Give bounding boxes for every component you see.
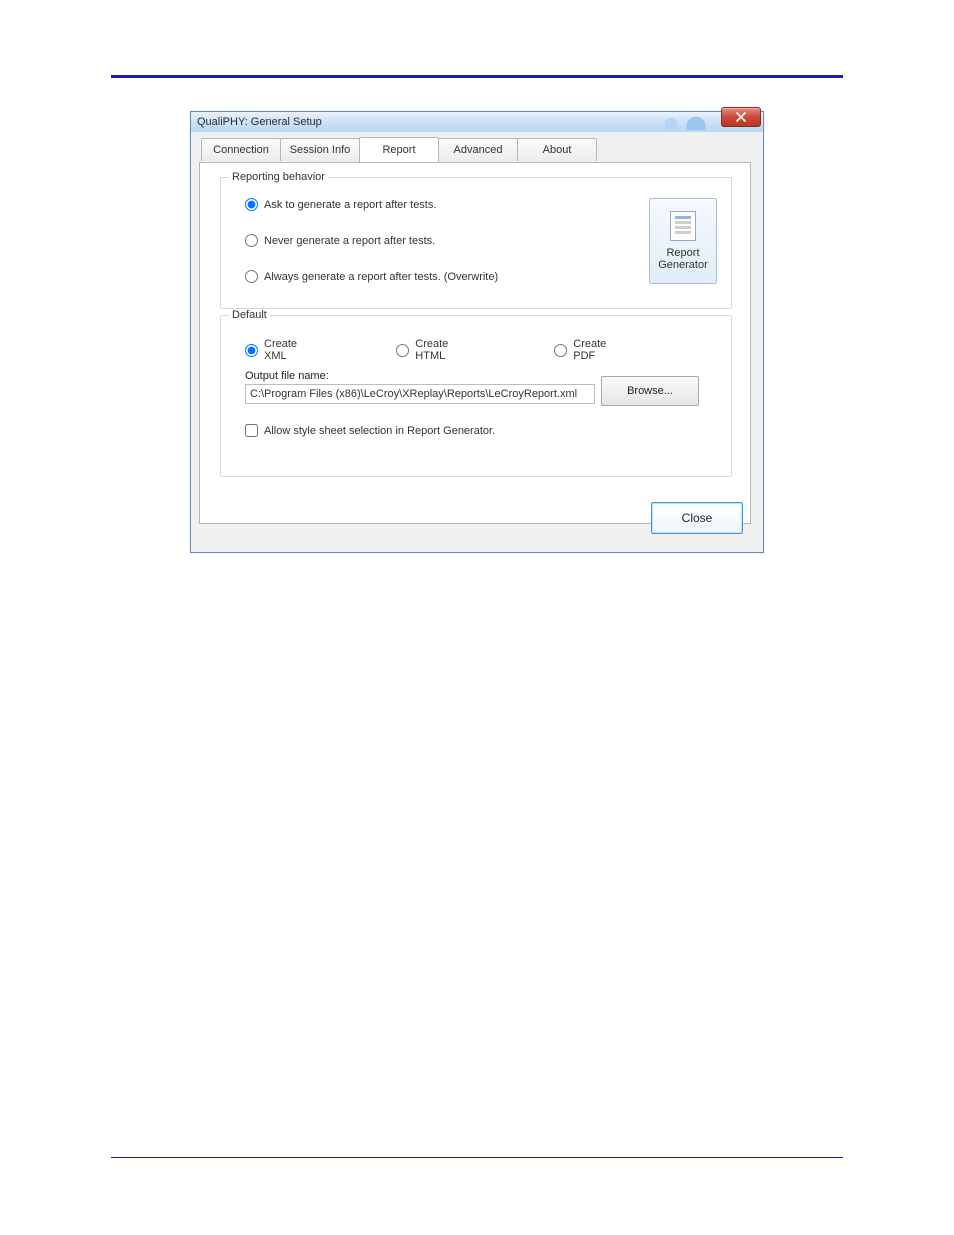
checkbox-input[interactable] bbox=[245, 424, 258, 437]
tab-label: Session Info bbox=[290, 144, 351, 156]
checkbox-allow-style-sheet[interactable]: Allow style sheet selection in Report Ge… bbox=[245, 424, 495, 437]
window-close-button[interactable] bbox=[721, 107, 761, 127]
tab-label: Report bbox=[382, 144, 415, 156]
radio-create-html[interactable]: Create HTML bbox=[396, 338, 474, 362]
tab-session-info[interactable]: Session Info bbox=[280, 138, 360, 161]
radio-label: Create XML bbox=[264, 338, 316, 362]
radio-input[interactable] bbox=[245, 234, 258, 247]
text-line: Report bbox=[658, 247, 708, 259]
radio-never-generate[interactable]: Never generate a report after tests. bbox=[245, 234, 435, 247]
window-title: QualiPHY: General Setup bbox=[197, 116, 322, 128]
group-legend: Default bbox=[229, 309, 270, 321]
group-reporting-behavior: Reporting behavior Ask to generate a rep… bbox=[220, 177, 732, 309]
tab-advanced[interactable]: Advanced bbox=[438, 138, 518, 161]
radio-label: Always generate a report after tests. (O… bbox=[264, 271, 498, 283]
tab-label: Advanced bbox=[454, 144, 503, 156]
button-label: Browse... bbox=[627, 385, 673, 397]
titlebar-decoration bbox=[661, 114, 721, 130]
radio-input[interactable] bbox=[245, 344, 258, 357]
radio-input[interactable] bbox=[554, 344, 567, 357]
group-legend: Reporting behavior bbox=[229, 171, 328, 183]
report-generator-label: Report Generator bbox=[658, 247, 708, 271]
footer-rule bbox=[111, 1157, 843, 1158]
report-document-icon bbox=[670, 211, 696, 241]
radio-label: Ask to generate a report after tests. bbox=[264, 199, 436, 211]
radio-create-pdf[interactable]: Create PDF bbox=[554, 338, 625, 362]
radio-label: Create PDF bbox=[573, 338, 625, 362]
radio-label: Create HTML bbox=[415, 338, 474, 362]
radio-create-xml[interactable]: Create XML bbox=[245, 338, 316, 362]
tabstrip: Connection Session Info Report Advanced … bbox=[201, 137, 755, 162]
group-default: Default Create XML Create HTML Creat bbox=[220, 315, 732, 477]
radio-input[interactable] bbox=[245, 270, 258, 283]
format-radio-row: Create XML Create HTML Create PDF bbox=[245, 338, 705, 362]
tab-label: About bbox=[543, 144, 572, 156]
close-icon bbox=[736, 112, 746, 122]
titlebar[interactable]: QualiPHY: General Setup bbox=[191, 112, 763, 132]
radio-input[interactable] bbox=[245, 198, 258, 211]
text-line: Generator bbox=[658, 259, 708, 271]
tabpage-report: Reporting behavior Ask to generate a rep… bbox=[199, 162, 751, 524]
radio-label: Never generate a report after tests. bbox=[264, 235, 435, 247]
radio-ask-to-generate[interactable]: Ask to generate a report after tests. bbox=[245, 198, 436, 211]
radio-input[interactable] bbox=[396, 344, 409, 357]
report-generator-button[interactable]: Report Generator bbox=[649, 198, 717, 284]
close-button[interactable]: Close bbox=[651, 502, 743, 534]
button-label: Close bbox=[682, 511, 713, 525]
tab-label: Connection bbox=[213, 144, 269, 156]
output-filename-field[interactable]: C:\Program Files (x86)\LeCroy\XReplay\Re… bbox=[245, 384, 595, 404]
radio-always-generate[interactable]: Always generate a report after tests. (O… bbox=[245, 270, 498, 283]
dialog-general-setup: QualiPHY: General Setup Connection Sessi… bbox=[190, 111, 764, 553]
output-filename-label: Output file name: bbox=[245, 370, 329, 382]
browse-button[interactable]: Browse... bbox=[601, 376, 699, 406]
tab-report[interactable]: Report bbox=[359, 137, 439, 162]
checkbox-label: Allow style sheet selection in Report Ge… bbox=[264, 425, 495, 437]
header-rule bbox=[111, 75, 843, 78]
tab-about[interactable]: About bbox=[517, 138, 597, 161]
tab-connection[interactable]: Connection bbox=[201, 138, 281, 161]
